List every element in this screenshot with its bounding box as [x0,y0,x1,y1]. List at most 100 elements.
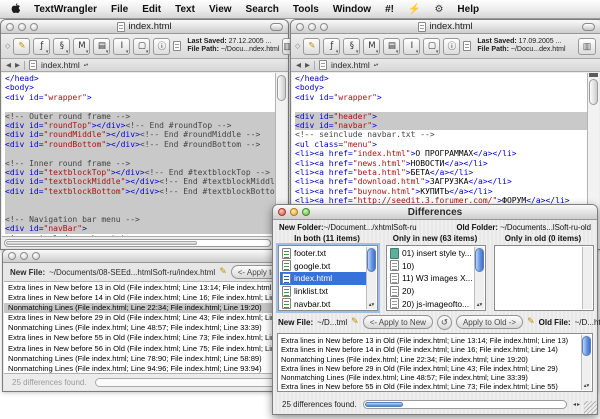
info-button[interactable]: ⓘ [153,38,170,55]
horizontal-scrollbar[interactable]: ◂▸ [2,236,287,248]
menu-item-window[interactable]: Window [333,4,371,15]
documents-popup-button[interactable]: ▤▾ [383,38,400,55]
close-button[interactable] [296,23,304,31]
markers-popup-button[interactable]: M▾ [363,38,380,55]
scrollbar-thumb[interactable] [475,248,484,272]
list-item[interactable]: 01) insert style ty... [388,247,474,260]
menu-item-edit[interactable]: Edit [142,4,161,15]
list-item[interactable]: index.html [280,272,366,285]
list-item[interactable]: 20) js-imageofto... [388,297,474,309]
split-diamond-icon[interactable]: ◇ [5,42,10,50]
apply-to-new-button[interactable]: <- Apply to New [363,315,433,329]
sections-popup-button[interactable]: §▾ [53,38,70,55]
differences-list[interactable]: Extra lines in New before 13 in Old (Fil… [277,333,593,392]
function-popup-button[interactable]: ƒ▾ [323,38,340,55]
windows-popup-button[interactable]: ▢▾ [133,38,150,55]
toolbar-toggle-button[interactable] [582,23,595,31]
document-tab[interactable]: index.html [41,60,80,70]
back-arrow-button[interactable]: ◀ [296,61,301,69]
zoom-button[interactable] [302,208,310,216]
menu-item-app[interactable]: TextWrangler [34,4,97,15]
diff-row[interactable]: Nonmatching Lines (File index.html; Line… [279,355,581,364]
insert-popup-button[interactable]: I▾ [403,38,420,55]
list-item[interactable]: footer.txt [280,247,366,260]
only-in-new-list[interactable]: 01) insert style ty...10)11) W3 images X… [386,245,486,311]
in-both-list[interactable]: footer.txtgoogle.txtindex.htmllinklist.t… [278,245,378,311]
scrollbar-thumb[interactable] [367,248,376,272]
gear-menu-icon[interactable]: ⚙ [434,4,443,15]
list-item[interactable]: navbar.txt [280,297,366,309]
lightning-menu-icon[interactable]: ⚡ [408,4,420,15]
drawer-toggle-button[interactable]: ▥ [578,38,596,55]
diff-row[interactable]: Nonmatching Lines (File index.html; Line… [279,373,581,382]
apple-menu[interactable] [10,3,20,15]
close-button[interactable] [8,252,16,260]
tab-menu-icon[interactable]: ▴▾ [374,63,379,67]
scrollbar-thumb[interactable] [277,75,286,101]
list-item[interactable]: 20) [388,285,474,298]
pencil-button[interactable]: ✎ [303,38,320,55]
zoom-button[interactable] [30,23,38,31]
menu-item-scripts[interactable]: #! [385,4,394,15]
menu-item-search[interactable]: Search [246,4,279,15]
document-proxy-icon[interactable] [418,22,426,32]
list-item[interactable]: linklist.txt [280,285,366,298]
menu-item-text[interactable]: Text [175,4,195,15]
title-bar[interactable]: index.html [291,20,600,34]
scrollbar-thumb[interactable] [582,336,591,356]
diff-row[interactable]: Extra lines in New before 13 in Old (Fil… [279,336,581,345]
title-bar[interactable]: index.html [1,20,288,34]
list-item[interactable]: google.txt [280,260,366,273]
vertical-scrollbar[interactable] [582,247,592,309]
apply-to-old-button[interactable]: Apply to Old -> [456,315,523,329]
toolbar-toggle-button[interactable] [270,23,283,31]
info-button[interactable]: ⓘ [443,38,460,55]
menu-item-view[interactable]: View [209,4,232,15]
scrollbar-track[interactable] [4,239,271,247]
split-pane-widget[interactable] [589,73,598,77]
minimize-button[interactable] [18,23,26,31]
vertical-scrollbar[interactable]: ▴▾ [366,247,376,309]
diff-row[interactable]: Extra lines in New before 29 in Old (Fil… [279,364,581,373]
code-area[interactable]: </head><body><div id="wrapper"> <!-- Out… [2,73,275,236]
scrollbar-thumb[interactable] [589,79,598,105]
markers-popup-button[interactable]: M▾ [73,38,90,55]
resize-grip[interactable] [584,401,597,414]
vertical-scrollbar[interactable]: ▴▾ [474,247,484,309]
close-button[interactable] [6,23,14,31]
list-item[interactable]: 11) W3 images X... [388,272,474,285]
minimize-button[interactable] [308,23,316,31]
code-editor[interactable]: </head><body><div id="wrapper"> <!-- Out… [2,73,287,236]
scrollbar-arrows[interactable]: ▴▾ [367,302,376,309]
tab-menu-icon[interactable]: ▴▾ [84,63,89,67]
list-item[interactable]: 10) [388,260,474,273]
forward-arrow-button[interactable]: ▶ [15,61,20,69]
recompare-button[interactable]: ↺ [437,315,452,330]
function-popup-button[interactable]: ƒ▾ [33,38,50,55]
sections-popup-button[interactable]: §▾ [343,38,360,55]
horizontal-scrollbar[interactable] [363,400,567,409]
menu-item-help[interactable]: Help [457,4,479,15]
close-button[interactable] [278,208,286,216]
scrollbar-arrows[interactable]: ▴▾ [475,302,484,309]
insert-popup-button[interactable]: I▾ [113,38,130,55]
horizontal-scrollbar[interactable] [95,378,295,387]
only-in-old-list[interactable] [494,245,594,311]
forward-arrow-button[interactable]: ▶ [305,61,310,69]
menu-item-tools[interactable]: Tools [293,4,319,15]
minimize-button[interactable] [290,208,298,216]
scrollbar-thumb[interactable] [6,241,197,245]
zoom-button[interactable] [320,23,328,31]
menu-item-file[interactable]: File [111,4,128,15]
windows-popup-button[interactable]: ▢▾ [423,38,440,55]
minimize-button[interactable] [20,252,28,260]
scrollbar-thumb[interactable] [365,402,403,407]
title-bar[interactable]: Differences [273,205,597,220]
document-proxy-icon[interactable] [117,22,125,32]
pencil-button[interactable]: ✎ [13,38,30,55]
split-diamond-icon[interactable]: ◇ [295,42,300,50]
back-arrow-button[interactable]: ◀ [6,61,11,69]
document-tab[interactable]: index.html [331,60,370,70]
scrollbar-arrows[interactable]: ▴▾ [582,383,591,390]
documents-popup-button[interactable]: ▤▾ [93,38,110,55]
